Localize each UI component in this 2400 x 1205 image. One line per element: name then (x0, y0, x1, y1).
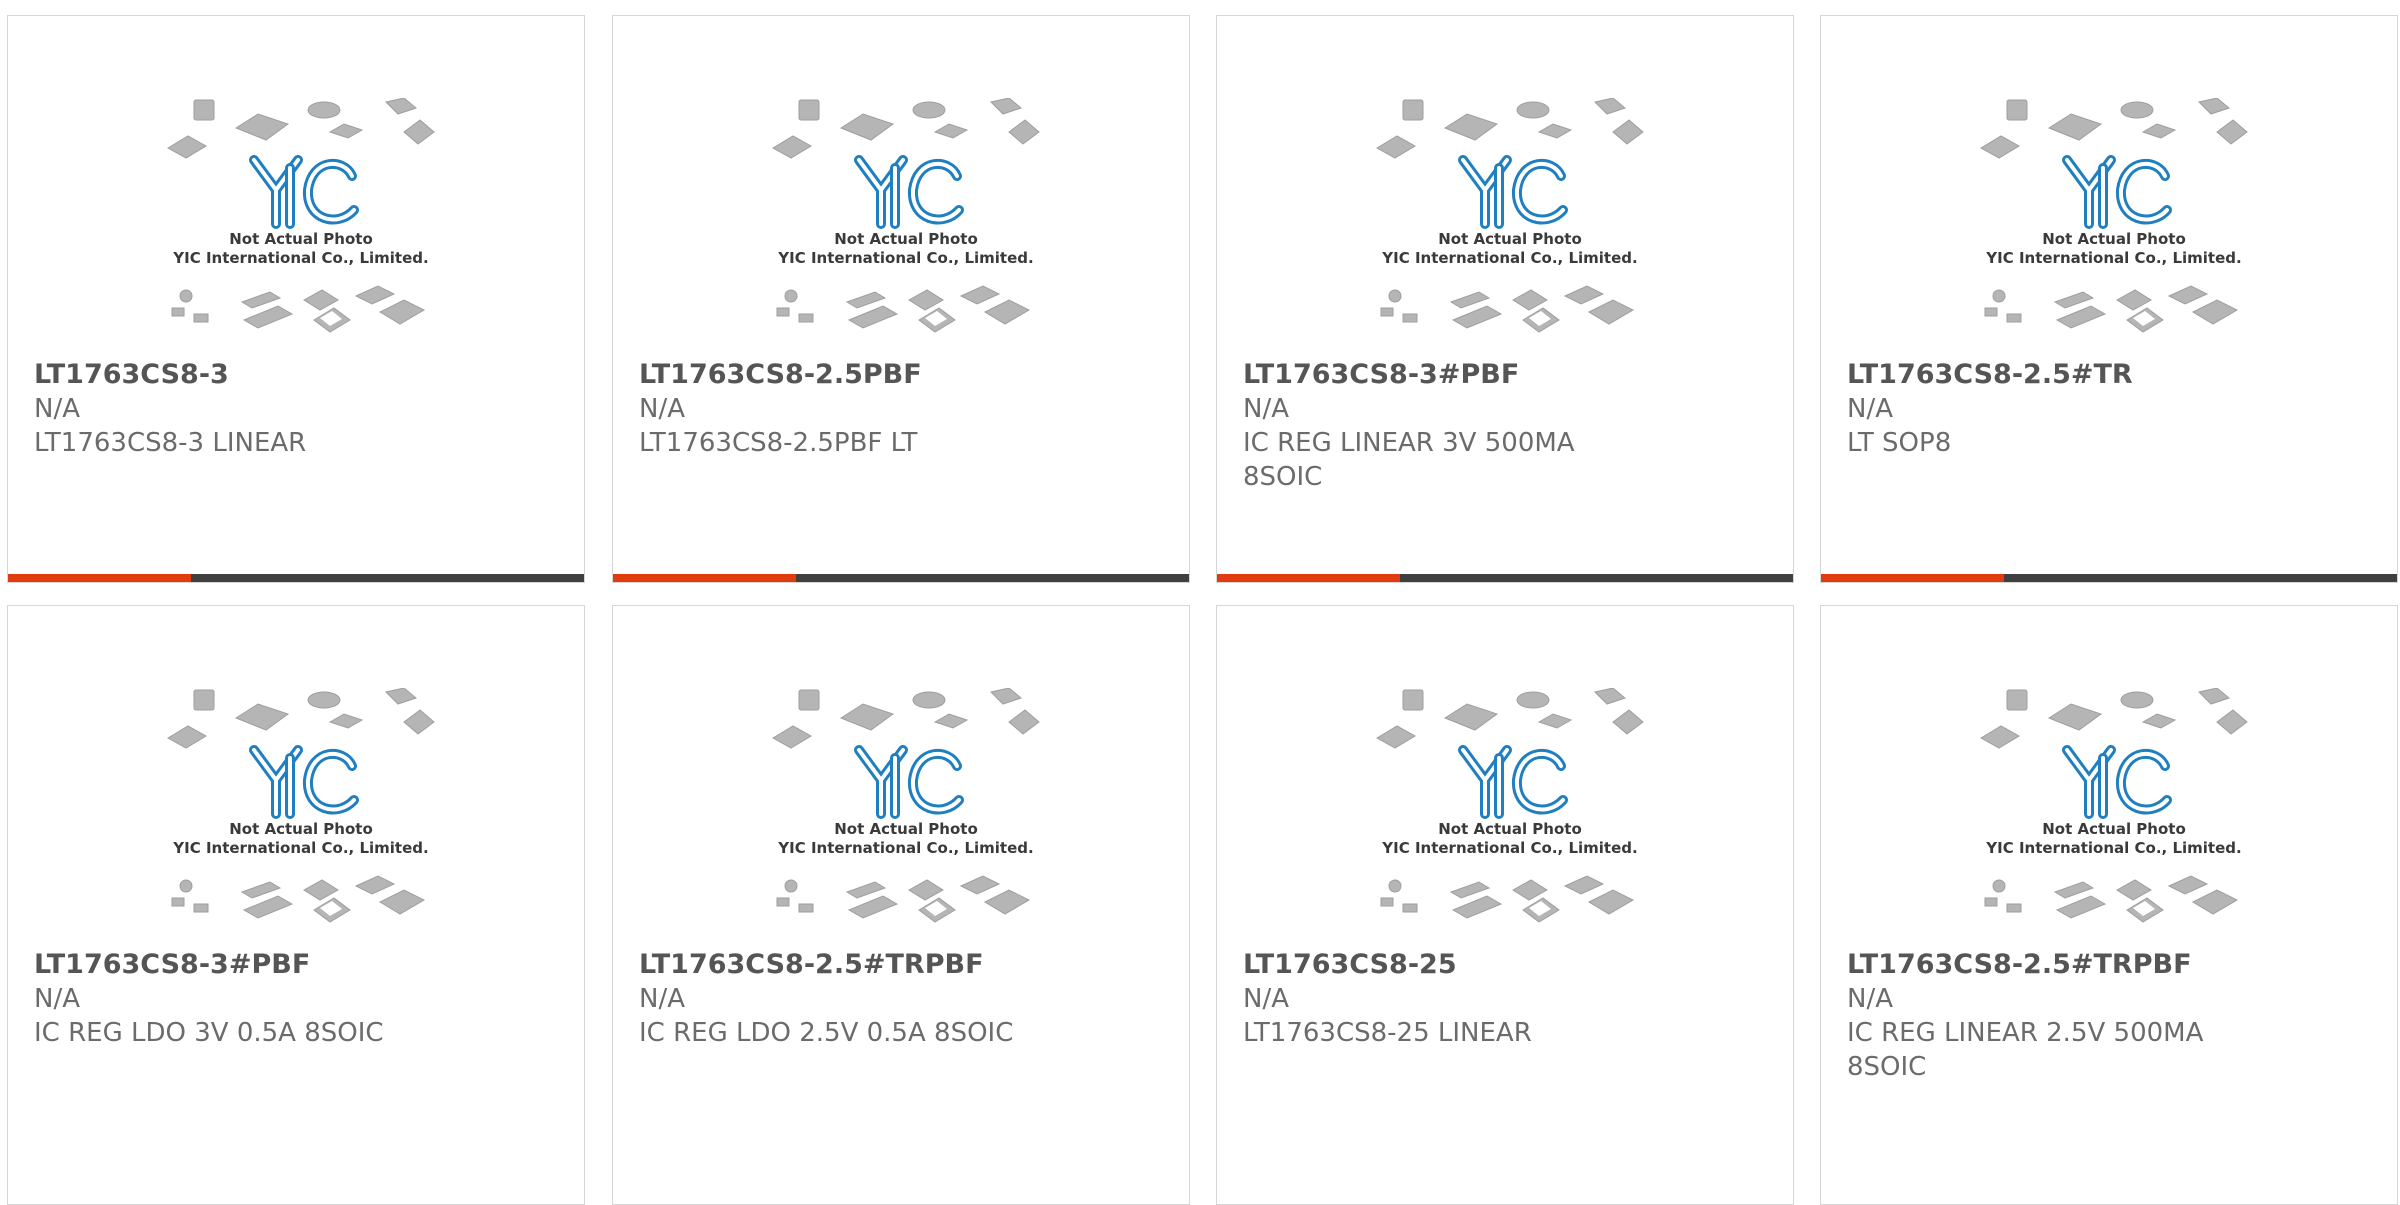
product-image[interactable]: Not Actual Photo YIC International Co., … (771, 98, 1041, 358)
svg-text:Not Actual Photo: Not Actual Photo (2042, 230, 2186, 248)
part-number[interactable]: LT1763CS8-2.5#TRPBF (639, 948, 1169, 982)
manufacturer: N/A (1847, 984, 1893, 1014)
svg-text:YIC International Co., Limited: YIC International Co., Limited. (1381, 839, 1637, 857)
chip-placeholder-icon: Not Actual Photo YIC International Co., … (1376, 688, 1644, 923)
manufacturer: N/A (639, 394, 685, 424)
product-image[interactable]: Not Actual Photo YIC International Co., … (1375, 688, 1645, 948)
product-image[interactable]: Not Actual Photo YIC International Co., … (166, 688, 436, 948)
chip-placeholder-icon: Not Actual Photo YIC International Co., … (1980, 688, 2248, 923)
svg-text:Not Actual Photo: Not Actual Photo (1438, 820, 1582, 838)
card-accent-bar (1217, 574, 1400, 582)
product-card[interactable]: Not Actual Photo YIC International Co., … (1216, 15, 1794, 583)
manufacturer: N/A (1243, 984, 1289, 1014)
svg-text:YIC International Co., Limited: YIC International Co., Limited. (1985, 249, 2241, 267)
product-image[interactable]: Not Actual Photo YIC International Co., … (1375, 98, 1645, 358)
product-description: LT1763CS8-2.5PBF LT (639, 428, 918, 458)
part-number[interactable]: LT1763CS8-3#PBF (34, 948, 564, 982)
product-grid: Not Actual Photo YIC International Co., … (7, 15, 2400, 1205)
chip-placeholder-icon: Not Actual Photo YIC International Co., … (1980, 98, 2248, 333)
svg-text:YIC International Co., Limited: YIC International Co., Limited. (1381, 249, 1637, 267)
svg-text:Not Actual Photo: Not Actual Photo (834, 230, 978, 248)
manufacturer: N/A (1847, 394, 1893, 424)
product-description: IC REG LDO 2.5V 0.5A 8SOIC (639, 1018, 1014, 1048)
svg-text:YIC International Co., Limited: YIC International Co., Limited. (1985, 839, 2241, 857)
part-number[interactable]: LT1763CS8-2.5#TR (1847, 358, 2377, 392)
card-bottom-bar (613, 574, 1189, 582)
part-number[interactable]: LT1763CS8-3 (34, 358, 564, 392)
svg-text:Not Actual Photo: Not Actual Photo (834, 820, 978, 838)
svg-text:Not Actual Photo: Not Actual Photo (1438, 230, 1582, 248)
product-description: IC REG LINEAR 3V 500MA 8SOIC (1243, 428, 1575, 492)
chip-placeholder-icon: Not Actual Photo YIC International Co., … (1376, 98, 1644, 333)
card-bottom-bar (1821, 574, 2397, 582)
product-card[interactable]: Not Actual Photo YIC International Co., … (7, 605, 585, 1205)
product-description: LT1763CS8-3 LINEAR (34, 428, 307, 458)
product-card[interactable]: Not Actual Photo YIC International Co., … (7, 15, 585, 583)
part-number[interactable]: LT1763CS8-2.5#TRPBF (1847, 948, 2377, 982)
manufacturer: N/A (34, 394, 80, 424)
svg-text:YIC International Co., Limited: YIC International Co., Limited. (777, 839, 1033, 857)
product-card[interactable]: Not Actual Photo YIC International Co., … (612, 15, 1190, 583)
product-image[interactable]: Not Actual Photo YIC International Co., … (166, 98, 436, 358)
svg-text:Not Actual Photo: Not Actual Photo (229, 230, 373, 248)
svg-text:YIC International Co., Limited: YIC International Co., Limited. (172, 249, 428, 267)
product-description: IC REG LDO 3V 0.5A 8SOIC (34, 1018, 384, 1048)
card-accent-bar (1821, 574, 2004, 582)
manufacturer: N/A (639, 984, 685, 1014)
product-image[interactable]: Not Actual Photo YIC International Co., … (1979, 688, 2249, 948)
svg-text:YIC International Co., Limited: YIC International Co., Limited. (172, 839, 428, 857)
card-bottom-bar (8, 574, 584, 582)
chip-placeholder-icon: Not Actual Photo YIC International Co., … (772, 98, 1040, 333)
product-image[interactable]: Not Actual Photo YIC International Co., … (1979, 98, 2249, 358)
chip-placeholder-icon: Not Actual Photo YIC International Co., … (167, 688, 435, 923)
manufacturer: N/A (1243, 394, 1289, 424)
product-card[interactable]: Not Actual Photo YIC International Co., … (1820, 15, 2398, 583)
chip-placeholder-icon: Not Actual Photo YIC International Co., … (167, 98, 435, 333)
product-description: LT SOP8 (1847, 428, 1952, 458)
chip-placeholder-icon: Not Actual Photo YIC International Co., … (772, 688, 1040, 923)
part-number[interactable]: LT1763CS8-2.5PBF (639, 358, 1169, 392)
product-card[interactable]: Not Actual Photo YIC International Co., … (1216, 605, 1794, 1205)
part-number[interactable]: LT1763CS8-25 (1243, 948, 1773, 982)
product-card[interactable]: Not Actual Photo YIC International Co., … (1820, 605, 2398, 1205)
svg-text:YIC International Co., Limited: YIC International Co., Limited. (777, 249, 1033, 267)
product-description: IC REG LINEAR 2.5V 500MA 8SOIC (1847, 1018, 2204, 1082)
card-bottom-bar (1217, 574, 1793, 582)
product-card[interactable]: Not Actual Photo YIC International Co., … (612, 605, 1190, 1205)
product-description: LT1763CS8-25 LINEAR (1243, 1018, 1532, 1048)
svg-text:Not Actual Photo: Not Actual Photo (229, 820, 373, 838)
card-accent-bar (613, 574, 796, 582)
card-accent-bar (8, 574, 191, 582)
product-image[interactable]: Not Actual Photo YIC International Co., … (771, 688, 1041, 948)
manufacturer: N/A (34, 984, 80, 1014)
part-number[interactable]: LT1763CS8-3#PBF (1243, 358, 1773, 392)
svg-text:Not Actual Photo: Not Actual Photo (2042, 820, 2186, 838)
